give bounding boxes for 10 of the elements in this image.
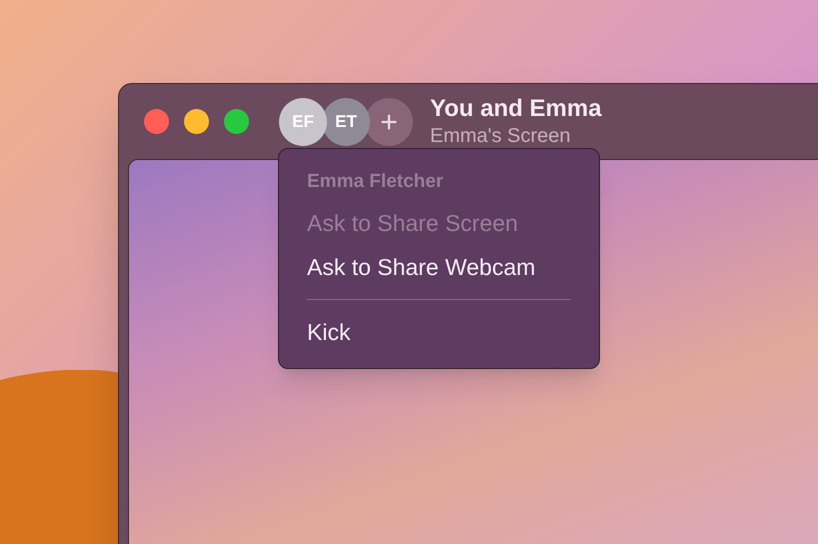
menu-item[interactable]: Kick bbox=[307, 310, 571, 354]
participant-avatar[interactable]: ET bbox=[322, 98, 370, 146]
zoom-button[interactable] bbox=[224, 109, 249, 134]
menu-item[interactable]: Ask to Share Webcam bbox=[307, 245, 571, 289]
window-subtitle: Emma's Screen bbox=[430, 124, 572, 149]
menu-header: Emma Fletcher bbox=[307, 170, 444, 194]
close-button[interactable] bbox=[144, 109, 169, 134]
minimize-button[interactable] bbox=[184, 109, 209, 134]
participant-avatar[interactable]: EF bbox=[279, 98, 327, 146]
window-title: You and Emma bbox=[430, 94, 602, 124]
